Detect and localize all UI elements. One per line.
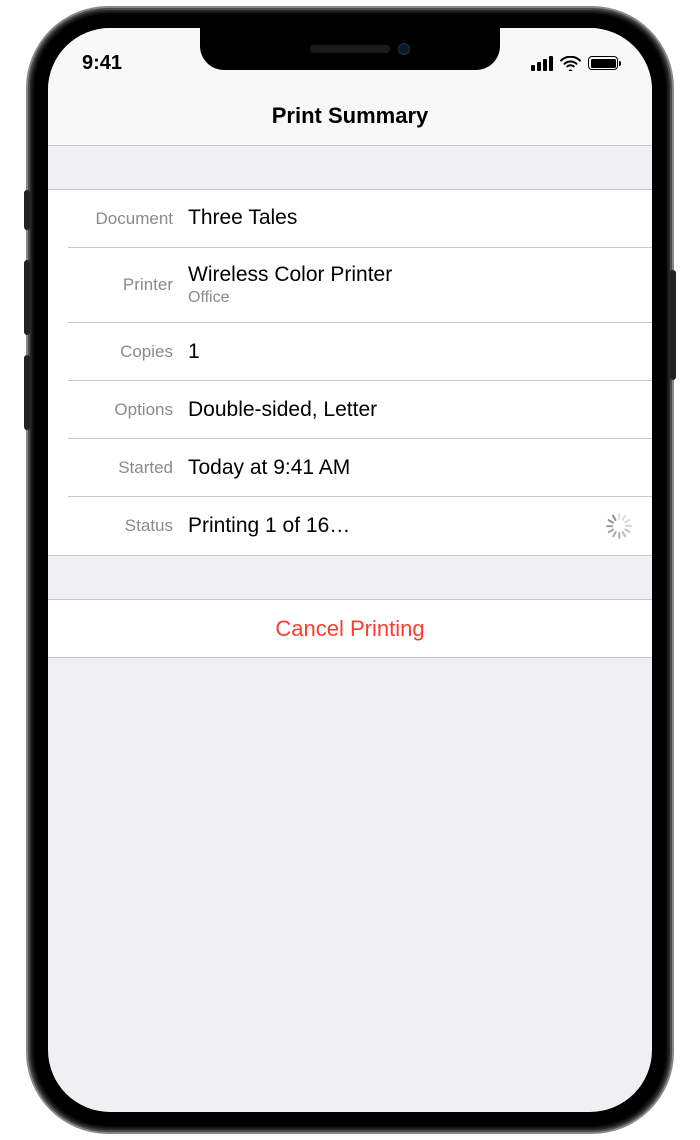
volume-down-button bbox=[24, 355, 30, 430]
page-title: Print Summary bbox=[272, 103, 429, 129]
mute-switch bbox=[24, 190, 30, 230]
status-time: 9:41 bbox=[82, 52, 202, 75]
phone-device-frame: 9:41 Print Summary bbox=[30, 10, 670, 1130]
printer-value: Wireless Color Printer Office bbox=[188, 262, 632, 308]
cellular-signal-icon bbox=[531, 56, 553, 71]
printer-row: Printer Wireless Color Printer Office bbox=[68, 248, 652, 323]
front-camera bbox=[398, 43, 410, 55]
activity-spinner-icon bbox=[606, 513, 632, 539]
status-row: Status Printing 1 of 16… bbox=[68, 497, 652, 555]
document-label: Document bbox=[68, 209, 188, 229]
copies-row: Copies 1 bbox=[68, 323, 652, 381]
battery-icon bbox=[588, 56, 618, 70]
section-spacer bbox=[48, 146, 652, 190]
document-value: Three Tales bbox=[188, 205, 632, 231]
status-label: Status bbox=[68, 516, 188, 536]
options-row: Options Double-sided, Letter bbox=[68, 381, 652, 439]
status-value: Printing 1 of 16… bbox=[188, 513, 606, 539]
printer-location: Office bbox=[188, 288, 632, 308]
status-indicators bbox=[531, 56, 618, 71]
cancel-printing-button[interactable]: Cancel Printing bbox=[48, 600, 652, 658]
power-button bbox=[670, 270, 676, 380]
started-row: Started Today at 9:41 AM bbox=[68, 439, 652, 497]
screen: 9:41 Print Summary bbox=[48, 28, 652, 1112]
volume-up-button bbox=[24, 260, 30, 335]
navigation-bar: Print Summary bbox=[48, 86, 652, 146]
print-summary-list: Document Three Tales Printer Wireless Co… bbox=[48, 190, 652, 556]
started-value: Today at 9:41 AM bbox=[188, 455, 632, 481]
section-spacer bbox=[48, 556, 652, 600]
document-row: Document Three Tales bbox=[68, 190, 652, 248]
notch bbox=[200, 28, 500, 70]
copies-label: Copies bbox=[68, 342, 188, 362]
options-value: Double-sided, Letter bbox=[188, 397, 632, 423]
speaker-grille bbox=[310, 45, 390, 53]
cancel-printing-label: Cancel Printing bbox=[275, 616, 424, 642]
printer-name: Wireless Color Printer bbox=[188, 262, 632, 288]
wifi-icon bbox=[560, 56, 581, 71]
copies-value: 1 bbox=[188, 339, 632, 365]
options-label: Options bbox=[68, 400, 188, 420]
started-label: Started bbox=[68, 458, 188, 478]
printer-label: Printer bbox=[68, 275, 188, 295]
